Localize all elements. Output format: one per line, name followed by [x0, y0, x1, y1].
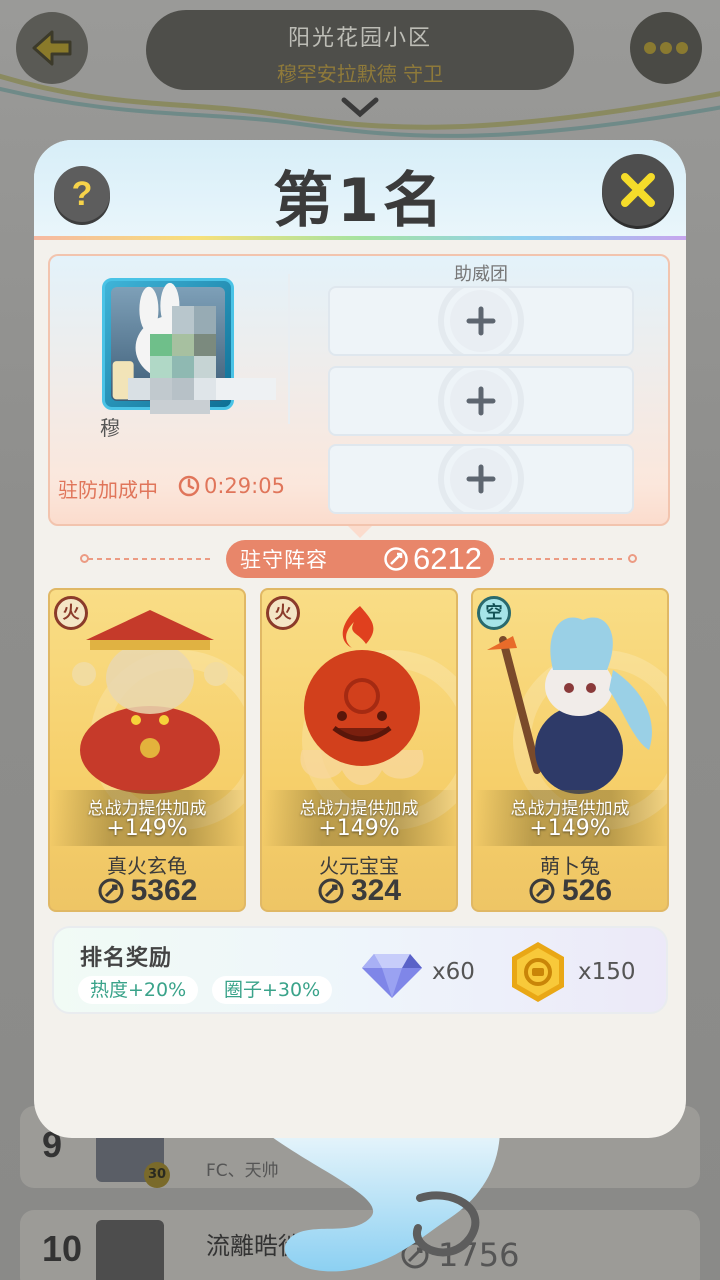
guard-info-panel: 穆 驻防加成中 0:29:05 助威团	[48, 254, 670, 526]
chevron-down-icon[interactable]	[340, 96, 380, 120]
ranking-rewards-panel: 排名奖励 热度+20% 圈子+30% x60 x150	[52, 926, 668, 1014]
close-icon	[621, 173, 655, 207]
pet-bonus-value: +149%	[529, 816, 611, 841]
community-name: 阳光花园小区	[287, 26, 432, 51]
fire-spirit-pet-image	[300, 606, 424, 785]
rank-number: 10	[42, 1228, 83, 1269]
lineup-power-value: 6212	[413, 541, 482, 576]
coin-icon	[512, 942, 564, 1002]
guard-timer-value: 0:29:05	[204, 474, 285, 498]
diamond-icon	[362, 954, 422, 998]
element-badge: 火	[54, 596, 88, 630]
rewards-title: 排名奖励	[80, 946, 173, 971]
back-button[interactable]	[16, 12, 88, 84]
power-icon	[384, 547, 408, 571]
guard-status: 驻防加成中	[58, 478, 158, 502]
rabbit-pet-image	[487, 617, 652, 794]
plus-icon	[466, 306, 496, 336]
diamond-quantity: x60	[432, 959, 475, 985]
community-title-pill: 阳光花园小区 穆罕安拉默德 守卫	[146, 10, 574, 90]
power-icon	[529, 878, 555, 904]
rank-detail-modal: ? 第1名 穆 驻防加成中 0:29:05 助威团 驻守阵容 6212 火 总战…	[34, 140, 686, 1138]
plus-icon	[466, 386, 496, 416]
privacy-mosaic	[128, 306, 276, 414]
pet-bonus-value: +149%	[318, 816, 400, 841]
cheer-team-label: 助威团	[454, 264, 508, 285]
lineup-power: 6212	[383, 541, 482, 577]
pet-power-value: 526	[561, 874, 613, 907]
circle-bonus-tag: 圈子+30%	[212, 976, 333, 1004]
more-dot-icon	[676, 42, 688, 54]
element-badge: 空	[477, 596, 511, 630]
pet-power: 526	[473, 874, 667, 908]
modal-tail-decoration	[260, 1128, 500, 1272]
avatar	[96, 1220, 164, 1280]
power-icon	[98, 878, 124, 904]
pet-power: 324	[262, 874, 456, 908]
pet-power: 5362	[50, 874, 244, 908]
guard-timer: 0:29:05	[178, 474, 285, 498]
element-badge: 火	[266, 596, 300, 630]
more-dot-icon	[660, 42, 672, 54]
divider-dot	[628, 554, 637, 563]
dashed-divider	[88, 558, 212, 560]
pet-card[interactable]: 空 总战力提供加成 +149% 萌卜兔 526	[471, 588, 669, 912]
rank-title: 第1名	[273, 166, 447, 236]
pet-card[interactable]: 火 总战力提供加成 +149% 火元宝宝 324	[260, 588, 458, 912]
coin-quantity: x150	[578, 959, 636, 985]
clock-icon	[178, 475, 200, 497]
pet-power-value: 324	[350, 874, 402, 907]
fire-turtle-pet-image	[72, 610, 228, 794]
cheer-slot[interactable]	[328, 286, 634, 356]
more-button[interactable]	[630, 12, 702, 84]
heat-bonus-tag: 热度+20%	[78, 976, 199, 1004]
close-button[interactable]	[602, 154, 674, 226]
panel-pointer	[348, 526, 372, 538]
guard-subtitle: 穆罕安拉默德 守卫	[276, 62, 444, 86]
cheer-slot[interactable]	[328, 366, 634, 436]
power-icon	[318, 878, 344, 904]
dashed-divider	[500, 558, 624, 560]
pet-card[interactable]: 火 总战力提供加成 +149% 真火玄龟 5362	[48, 588, 246, 912]
cheer-slot[interactable]	[328, 444, 634, 514]
reward-item[interactable]: x60	[360, 940, 475, 1004]
more-dot-icon	[644, 42, 656, 54]
arrow-left-icon	[32, 30, 72, 66]
level-badge: 30	[144, 1162, 170, 1188]
divider-dot	[80, 554, 89, 563]
panel-divider	[288, 274, 290, 424]
pet-bonus-value: +149%	[106, 816, 188, 841]
reward-item[interactable]: x150	[506, 940, 636, 1004]
pet-power-value: 5362	[130, 874, 198, 907]
plus-icon	[466, 464, 496, 494]
lineup-label: 驻守阵容	[240, 548, 328, 572]
guard-name: 穆	[100, 416, 120, 440]
lineup-header: 驻守阵容 6212	[226, 540, 494, 578]
